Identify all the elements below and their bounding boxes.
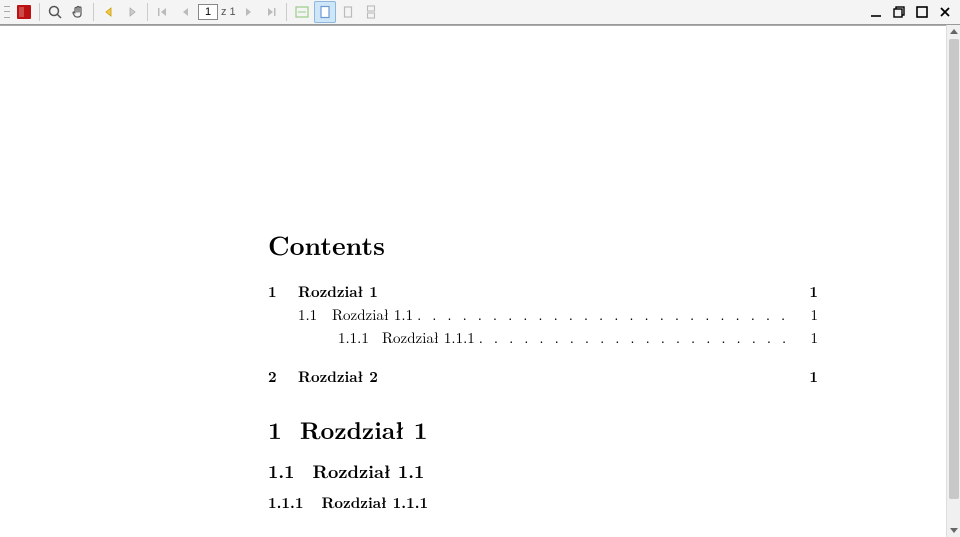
- section-title: Rozdział 1: [300, 413, 428, 447]
- toc-entry-title: Rozdział 1: [298, 281, 378, 302]
- last-page-icon[interactable]: [260, 1, 282, 23]
- toc-entry-number: 1: [268, 281, 298, 302]
- toc-entry-page: 1: [798, 327, 818, 348]
- section-title: Rozdział 1.1: [312, 459, 424, 484]
- close-icon[interactable]: [934, 1, 956, 23]
- fit-width-icon[interactable]: [291, 1, 313, 23]
- toolbar-separator: [147, 3, 148, 21]
- section-number: 1.1: [268, 459, 294, 484]
- first-page-icon[interactable]: [152, 1, 174, 23]
- toolbar-separator: [93, 3, 94, 21]
- toc-leaders: . . . . . . . . . . . . . . . . . . . . …: [479, 327, 788, 348]
- scroll-down-arrow-icon[interactable]: [950, 528, 958, 533]
- scroll-up-arrow-icon[interactable]: [950, 29, 958, 34]
- toc-entry-number: 2: [268, 366, 298, 387]
- toc-entry-number: 1.1.1: [338, 327, 382, 348]
- document-scroll-area[interactable]: Contents 1 Rozdział 1 1 1.1 Rozdział 1.1…: [0, 25, 946, 537]
- section-number: 1: [268, 413, 282, 447]
- app-icon: [13, 1, 35, 23]
- toc-entry-number: 1.1: [298, 304, 332, 325]
- restore-icon[interactable]: [888, 1, 910, 23]
- section-number: 1.1.1: [268, 492, 303, 513]
- hand-pan-icon[interactable]: [67, 1, 89, 23]
- prev-page-icon[interactable]: [175, 1, 197, 23]
- toc-entry-page: 1: [798, 304, 818, 325]
- toc-entry-title: Rozdział 1.1: [332, 304, 413, 325]
- subsubsection-heading: 1.1.1 Rozdział 1.1.1: [268, 492, 878, 513]
- maximize-icon[interactable]: [911, 1, 933, 23]
- subsection-heading: 1.1 Rozdział 1.1: [268, 459, 878, 484]
- page-separator-label: z: [221, 6, 227, 18]
- toolbar-grip: [4, 4, 10, 20]
- vertical-scrollbar[interactable]: [946, 25, 960, 537]
- toc-entry-title: Rozdział 1.1.1: [382, 327, 475, 348]
- toc-entry-title: Rozdział 2: [298, 366, 378, 387]
- document-page: Contents 1 Rozdział 1 1 1.1 Rozdział 1.1…: [68, 26, 878, 537]
- document-viewport: Contents 1 Rozdział 1 1 1.1 Rozdział 1.1…: [0, 25, 960, 537]
- nav-back-icon[interactable]: [98, 1, 120, 23]
- toolbar-separator: [286, 3, 287, 21]
- section-heading: 1 Rozdział 1: [268, 413, 878, 447]
- toc-entry-page: 1: [798, 366, 818, 387]
- toc-entry-page: 1: [798, 281, 818, 302]
- toc-title: Contents: [268, 226, 878, 263]
- toolbar-separator: [39, 3, 40, 21]
- search-icon[interactable]: [44, 1, 66, 23]
- single-page-icon[interactable]: [337, 1, 359, 23]
- toc-leaders: . . . . . . . . . . . . . . . . . . . . …: [417, 304, 788, 325]
- page-total-label: 1: [230, 6, 236, 18]
- continuous-page-icon[interactable]: [360, 1, 382, 23]
- nav-forward-icon[interactable]: [121, 1, 143, 23]
- toc-entry: 1.1.1 Rozdział 1.1.1 . . . . . . . . . .…: [338, 327, 818, 348]
- toc-entry: 2 Rozdział 2 1: [268, 366, 818, 387]
- next-page-icon[interactable]: [237, 1, 259, 23]
- toolbar: z 1: [0, 0, 960, 25]
- toc-entry: 1.1 Rozdział 1.1 . . . . . . . . . . . .…: [298, 304, 818, 325]
- minimize-icon[interactable]: [865, 1, 887, 23]
- section-title: Rozdział 1.1.1: [321, 492, 428, 513]
- fit-page-icon[interactable]: [314, 1, 336, 23]
- page-number-input[interactable]: [198, 4, 218, 20]
- toc-entry: 1 Rozdział 1 1: [268, 281, 818, 302]
- scrollbar-thumb[interactable]: [949, 39, 959, 499]
- toc: 1 Rozdział 1 1 1.1 Rozdział 1.1 . . . . …: [268, 281, 818, 387]
